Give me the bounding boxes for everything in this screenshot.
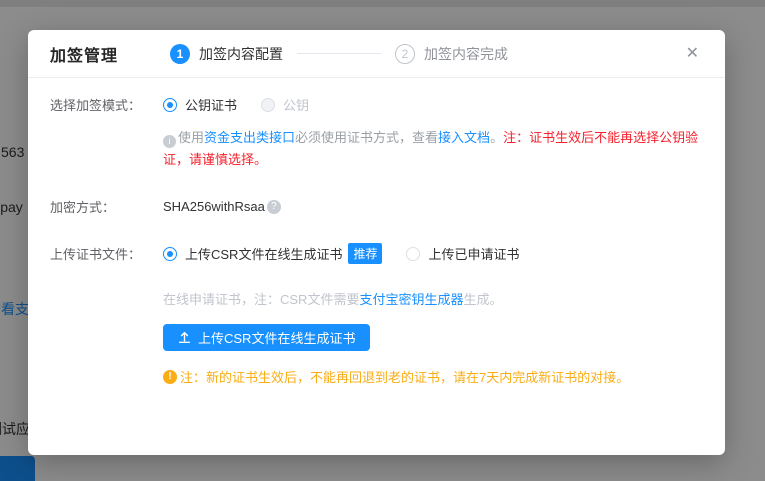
upload-csr-button[interactable]: 上传CSR文件在线生成证书	[163, 324, 370, 351]
radio-upload-csr[interactable]: 上传CSR文件在线生成证书 推荐	[163, 243, 382, 264]
radio-public-key-cert[interactable]: 公钥证书	[163, 95, 237, 114]
warning-text: 注：新的证书生效后，不能再回退到老的证书，请在7天内完成新证书的对接。	[180, 367, 629, 386]
hint-text: 在线申请证书，注：CSR文件需要	[163, 292, 359, 307]
close-icon[interactable]: ✕	[682, 42, 703, 66]
radio-public-key[interactable]: 公钥	[261, 95, 309, 114]
notice-text: 必须使用证书方式，查看	[295, 130, 438, 145]
step-connector-line	[297, 53, 381, 54]
radio-upload-existing-label: 上传已申请证书	[428, 244, 519, 263]
integration-doc-link[interactable]: 接入文档	[438, 130, 490, 145]
upload-csr-button-label: 上传CSR文件在线生成证书	[198, 328, 355, 347]
csr-hint: 在线申请证书，注：CSR文件需要支付宝密钥生成器生成。	[163, 289, 703, 308]
dialog-header: 加签管理 1 加签内容配置 2 加签内容完成 ✕	[28, 30, 725, 78]
radio-public-key-cert-label: 公钥证书	[185, 95, 237, 114]
step-1-label: 加签内容配置	[199, 44, 283, 64]
page: 563 lipay 查看支 测试应 加签管理 1 加签内容配置 2 加签内容完成…	[0, 0, 765, 481]
cert-mode-notice: i使用资金支出类接口必须使用证书方式，查看接入文档。注：证书生效后不能再选择公钥…	[163, 127, 715, 171]
radio-unselected-icon[interactable]	[406, 247, 420, 261]
info-icon: i	[163, 135, 176, 148]
dialog-title: 加签管理	[50, 42, 118, 66]
step-2-label: 加签内容完成	[424, 44, 508, 64]
radio-upload-existing-cert[interactable]: 上传已申请证书	[406, 244, 519, 263]
dialog-body: 选择加签模式： 公钥证书 公钥 i使用资金支出类接口必须使用证书方式，查看接入文…	[28, 78, 725, 403]
radio-public-key-label: 公钥	[283, 95, 309, 114]
sign-mode-label: 选择加签模式：	[50, 95, 163, 114]
upload-button-wrap: 上传CSR文件在线生成证书	[163, 324, 703, 367]
radio-upload-csr-label: 上传CSR文件在线生成证书	[185, 244, 342, 263]
sign-mode-row: 选择加签模式： 公钥证书 公钥	[50, 95, 703, 114]
encrypt-method-value: SHA256withRsaa	[163, 199, 265, 214]
upload-cert-row: 上传证书文件： 上传CSR文件在线生成证书 推荐 上传已申请证书	[50, 243, 703, 264]
upload-cert-label: 上传证书文件：	[50, 244, 163, 263]
encrypt-method-row: 加密方式： SHA256withRsaa ?	[50, 197, 703, 216]
radio-selected-icon[interactable]	[163, 98, 177, 112]
warning-icon: !	[163, 370, 177, 384]
notice-text: 使用	[178, 130, 204, 145]
funds-api-link[interactable]: 资金支出类接口	[204, 130, 295, 145]
radio-disabled-icon	[261, 98, 275, 112]
step-1-circle: 1	[170, 44, 190, 64]
hint-text: 生成。	[463, 292, 502, 307]
sign-management-dialog: 加签管理 1 加签内容配置 2 加签内容完成 ✕ 选择加签模式： 公钥证书	[28, 30, 725, 455]
step-2-circle: 2	[395, 44, 415, 64]
notice-text: 。	[490, 130, 503, 145]
recommended-badge: 推荐	[348, 243, 382, 264]
help-icon[interactable]: ?	[267, 200, 281, 214]
radio-selected-icon[interactable]	[163, 247, 177, 261]
step-indicator: 1 加签内容配置 2 加签内容完成	[170, 44, 508, 64]
key-generator-link[interactable]: 支付宝密钥生成器	[359, 292, 463, 307]
encrypt-method-label: 加密方式：	[50, 197, 163, 216]
cert-switch-warning: ! 注：新的证书生效后，不能再回退到老的证书，请在7天内完成新证书的对接。	[163, 367, 703, 386]
upload-icon	[178, 331, 191, 344]
